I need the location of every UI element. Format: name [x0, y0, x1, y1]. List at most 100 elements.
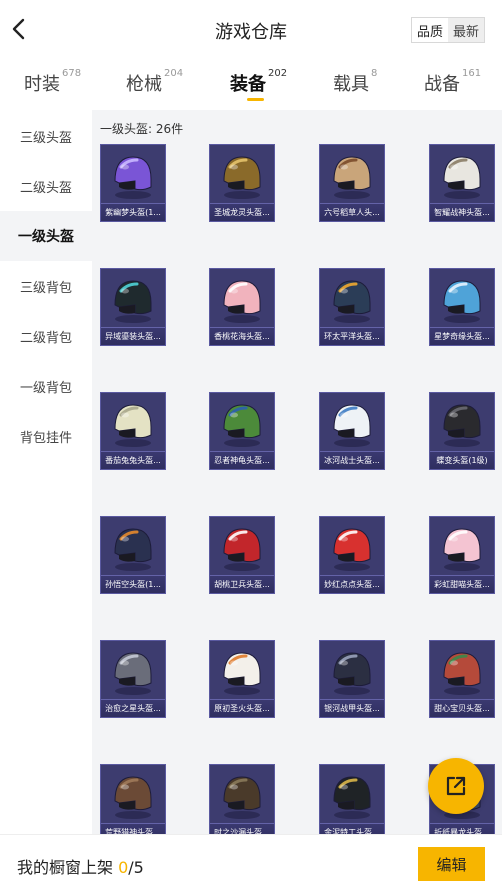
- item-card[interactable]: 异域鎏装头盔...: [100, 268, 166, 346]
- helmet-icon: [333, 652, 371, 695]
- sidebar-item-level1-helmet[interactable]: 一级头盔: [0, 211, 92, 261]
- helmet-icon: [333, 280, 371, 323]
- section-label: 一级头盔: 26件: [100, 122, 184, 136]
- item-name: 蝶变头盔(1级): [430, 451, 494, 469]
- edit-button[interactable]: 编辑: [418, 847, 485, 881]
- item-name: 忍者神龟头盔...: [210, 451, 274, 469]
- active-tab-indicator: [247, 98, 264, 101]
- share-button[interactable]: [428, 758, 484, 814]
- item-card[interactable]: 银河战甲头盔...: [319, 640, 385, 718]
- item-name: 甜心宝贝头盔...: [430, 699, 494, 717]
- item-card[interactable]: 星梦奇缘头盔...: [429, 268, 495, 346]
- tab-equipment[interactable]: 装备202: [230, 68, 288, 96]
- showcase-total: /5: [128, 858, 144, 877]
- item-card[interactable]: 甜心宝贝头盔...: [429, 640, 495, 718]
- helmet-icon: [223, 652, 261, 695]
- tab-fashion[interactable]: 时装678: [24, 68, 82, 96]
- sidebar-item-level2-helmet[interactable]: 二级头盔: [0, 161, 92, 211]
- item-card[interactable]: 胡桃卫兵头盔...: [209, 516, 275, 594]
- helmet-icon: [223, 528, 261, 571]
- tab-label: 枪械: [126, 74, 162, 95]
- item-name: 环太平洋头盔...: [320, 327, 384, 345]
- item-name: 荒野猎神头盔...: [101, 823, 165, 834]
- tab-count: 678: [62, 68, 82, 79]
- item-card[interactable]: 智耀战神头盔...: [429, 144, 495, 222]
- showcase-count: 0: [118, 858, 129, 877]
- item-card[interactable]: 蝶变头盔(1级): [429, 392, 495, 470]
- item-name: 彩虹甜喵头盔...: [430, 575, 494, 593]
- item-name: 六号稻草人头...: [320, 203, 384, 221]
- tab-label: 时装: [24, 74, 60, 95]
- tab-vehicles[interactable]: 载具8: [333, 68, 378, 96]
- item-card[interactable]: 金泥特工头盔...: [319, 764, 385, 834]
- item-name: 紫幽梦头盔(1...: [101, 203, 165, 221]
- item-name: 治愈之星头盔...: [101, 699, 165, 717]
- item-grid: 一级头盔: 26件 紫幽梦头盔(1... 圣城龙灵头盔... 六号稻草人头... 智耀…: [92, 110, 502, 834]
- item-name: 胡桃卫兵头盔...: [210, 575, 274, 593]
- item-card[interactable]: 紫幽梦头盔(1...: [100, 144, 166, 222]
- item-card[interactable]: 忍者神龟头盔...: [209, 392, 275, 470]
- item-card[interactable]: 孙悟空头盔(1...: [100, 516, 166, 594]
- tab-weapons[interactable]: 枪械204: [126, 68, 184, 96]
- helmet-icon: [443, 156, 481, 199]
- helmet-icon: [223, 776, 261, 819]
- tab-supplies[interactable]: 战备161: [424, 68, 482, 96]
- item-name: 智耀战神头盔...: [430, 203, 494, 221]
- tab-count: 202: [268, 68, 288, 79]
- sidebar-item-level3-helmet[interactable]: 三级头盔: [0, 111, 92, 161]
- showcase-label: 我的橱窗上架 0/5: [17, 854, 144, 878]
- helmet-icon: [443, 280, 481, 323]
- helmet-icon: [223, 156, 261, 199]
- item-card[interactable]: 时之沙漏头盔...: [209, 764, 275, 834]
- item-name: 圣城龙灵头盔...: [210, 203, 274, 221]
- showcase-bar: 我的橱窗上架 0/5 编辑: [0, 834, 502, 892]
- item-card[interactable]: 彩虹甜喵头盔...: [429, 516, 495, 594]
- helmet-icon: [114, 652, 152, 695]
- item-name: 孙悟空头盔(1...: [101, 575, 165, 593]
- sidebar-item-backpack-charm[interactable]: 背包挂件: [0, 411, 92, 461]
- tab-count: 161: [462, 68, 482, 79]
- helmet-icon: [333, 528, 371, 571]
- sidebar-item-level3-backpack[interactable]: 三级背包: [0, 261, 92, 311]
- helmet-icon: [114, 528, 152, 571]
- tab-label: 战备: [424, 74, 460, 95]
- tab-label: 装备: [230, 74, 266, 95]
- helmet-icon: [333, 776, 371, 819]
- item-card[interactable]: 妙红点点头盔...: [319, 516, 385, 594]
- item-card[interactable]: 冰河战士头盔...: [319, 392, 385, 470]
- share-icon: [446, 776, 466, 796]
- tab-count: 8: [371, 68, 378, 79]
- helmet-icon: [223, 404, 261, 447]
- item-card[interactable]: 原初圣火头盔...: [209, 640, 275, 718]
- header-bar: 游戏仓库 品质 最新: [0, 0, 502, 60]
- helmet-icon: [114, 156, 152, 199]
- helmet-icon: [333, 156, 371, 199]
- item-card[interactable]: 荒野猎神头盔...: [100, 764, 166, 834]
- item-name: 冰河战士头盔...: [320, 451, 384, 469]
- sidebar-item-level2-backpack[interactable]: 二级背包: [0, 311, 92, 361]
- item-name: 星梦奇缘头盔...: [430, 327, 494, 345]
- item-name: 金泥特工头盔...: [320, 823, 384, 834]
- helmet-icon: [114, 404, 152, 447]
- sort-option-quality[interactable]: 品质: [412, 18, 448, 42]
- item-name: 银河战甲头盔...: [320, 699, 384, 717]
- showcase-text: 我的橱窗上架: [17, 858, 119, 877]
- sidebar: 三级头盔 二级头盔 一级头盔 三级背包 二级背包 一级背包 背包挂件: [0, 110, 92, 834]
- sidebar-item-level1-backpack[interactable]: 一级背包: [0, 361, 92, 411]
- item-name: 异域鎏装头盔...: [101, 327, 165, 345]
- helmet-icon: [223, 280, 261, 323]
- item-card[interactable]: 番茄兔兔头盔...: [100, 392, 166, 470]
- item-card[interactable]: 圣城龙灵头盔...: [209, 144, 275, 222]
- item-card[interactable]: 六号稻草人头...: [319, 144, 385, 222]
- item-card[interactable]: 香桃花海头盔...: [209, 268, 275, 346]
- helmet-icon: [333, 404, 371, 447]
- item-card[interactable]: 治愈之星头盔...: [100, 640, 166, 718]
- helmet-icon: [114, 280, 152, 323]
- helmet-icon: [443, 528, 481, 571]
- item-card[interactable]: 环太平洋头盔...: [319, 268, 385, 346]
- item-name: 香桃花海头盔...: [210, 327, 274, 345]
- tab-count: 204: [164, 68, 184, 79]
- category-tabs: 时装678 枪械204 装备202 载具8 战备161: [0, 62, 502, 106]
- item-name: 妙红点点头盔...: [320, 575, 384, 593]
- sort-option-newest[interactable]: 最新: [448, 18, 484, 42]
